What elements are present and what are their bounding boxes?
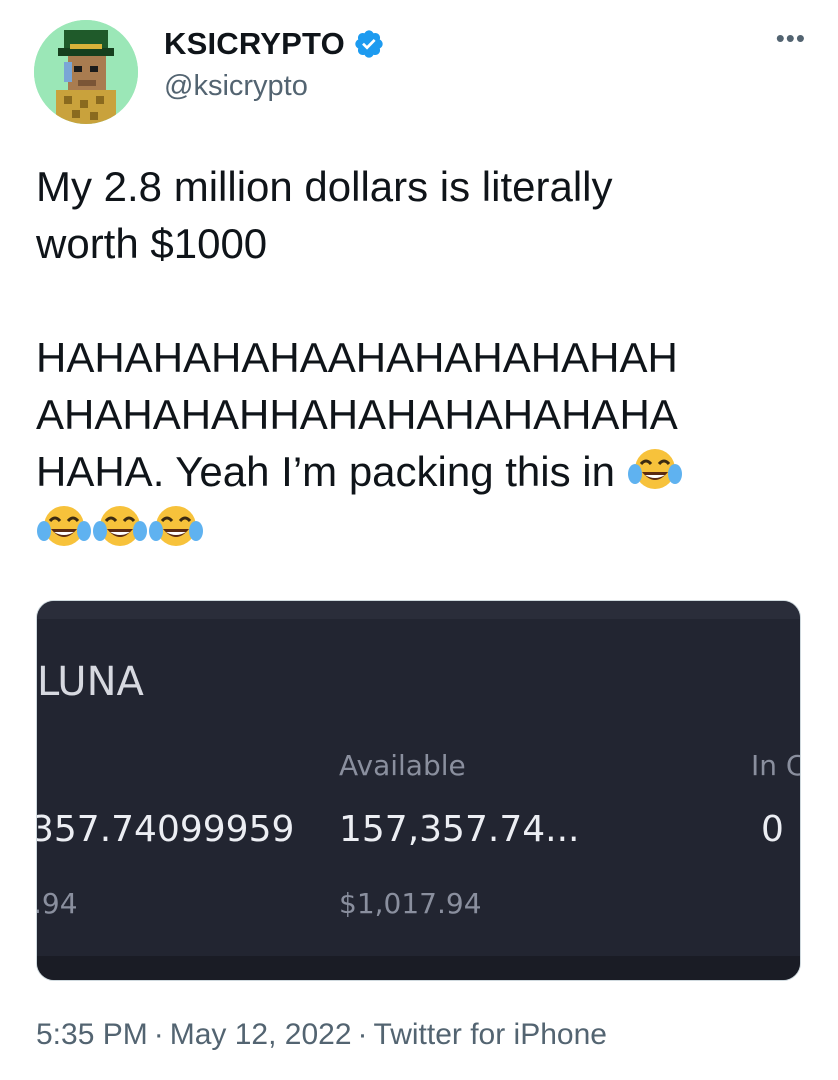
- tweet-meta: 5:35 PM · May 12, 2022 · Twitter for iPhone: [36, 1018, 607, 1052]
- author-name-row[interactable]: KSICRYPTO: [164, 26, 385, 62]
- in-order-value: 0: [761, 809, 784, 850]
- tweet-line: My 2.8 million dollars is literally: [36, 163, 613, 210]
- tweet-line: HAHAHAHAHAAHAHAHAHAHAH: [36, 334, 678, 381]
- face-with-tears-of-joy-icon: [92, 501, 148, 551]
- media-top-strip: [37, 601, 800, 619]
- face-with-tears-of-joy-icon: [627, 444, 683, 494]
- tweet-line: HAHA. Yeah I’m packing this in: [36, 443, 816, 500]
- total-usd-value: .94: [36, 887, 78, 920]
- author-handle[interactable]: @ksicrypto: [164, 70, 308, 103]
- verified-badge-icon: [353, 28, 385, 60]
- available-label: Available: [339, 749, 466, 782]
- tweet-text: My 2.8 million dollars is literally wort…: [36, 158, 816, 557]
- tweet-media-image[interactable]: LUNA Available In C 357.74099959 157,357…: [36, 600, 801, 981]
- media-bottom-strip: [37, 956, 800, 980]
- meta-separator: ·: [357, 1018, 368, 1051]
- tweet-line: AHAHAHAHHAHAHAHAHAHAHA: [36, 391, 678, 438]
- tweet-time[interactable]: 5:35 PM: [36, 1018, 148, 1051]
- tweet-date[interactable]: May 12, 2022: [170, 1018, 352, 1051]
- coin-name: LUNA: [37, 659, 144, 705]
- author-display-name[interactable]: KSICRYPTO: [164, 26, 345, 62]
- face-with-tears-of-joy-icon: [36, 501, 92, 551]
- total-balance-value: 357.74099959: [36, 809, 295, 850]
- pixel-art-avatar-icon: [34, 20, 138, 124]
- tweet-line: [36, 500, 816, 557]
- tweet-line: worth $1000: [36, 220, 268, 267]
- face-with-tears-of-joy-icon: [148, 501, 204, 551]
- available-balance-value: 157,357.74...: [339, 809, 580, 850]
- tweet-source[interactable]: Twitter for iPhone: [374, 1018, 607, 1051]
- more-options-icon[interactable]: •••: [776, 25, 806, 51]
- in-order-label: In C: [751, 749, 801, 782]
- meta-separator: ·: [153, 1018, 164, 1051]
- available-usd-value: $1,017.94: [339, 887, 482, 920]
- avatar[interactable]: [34, 20, 138, 124]
